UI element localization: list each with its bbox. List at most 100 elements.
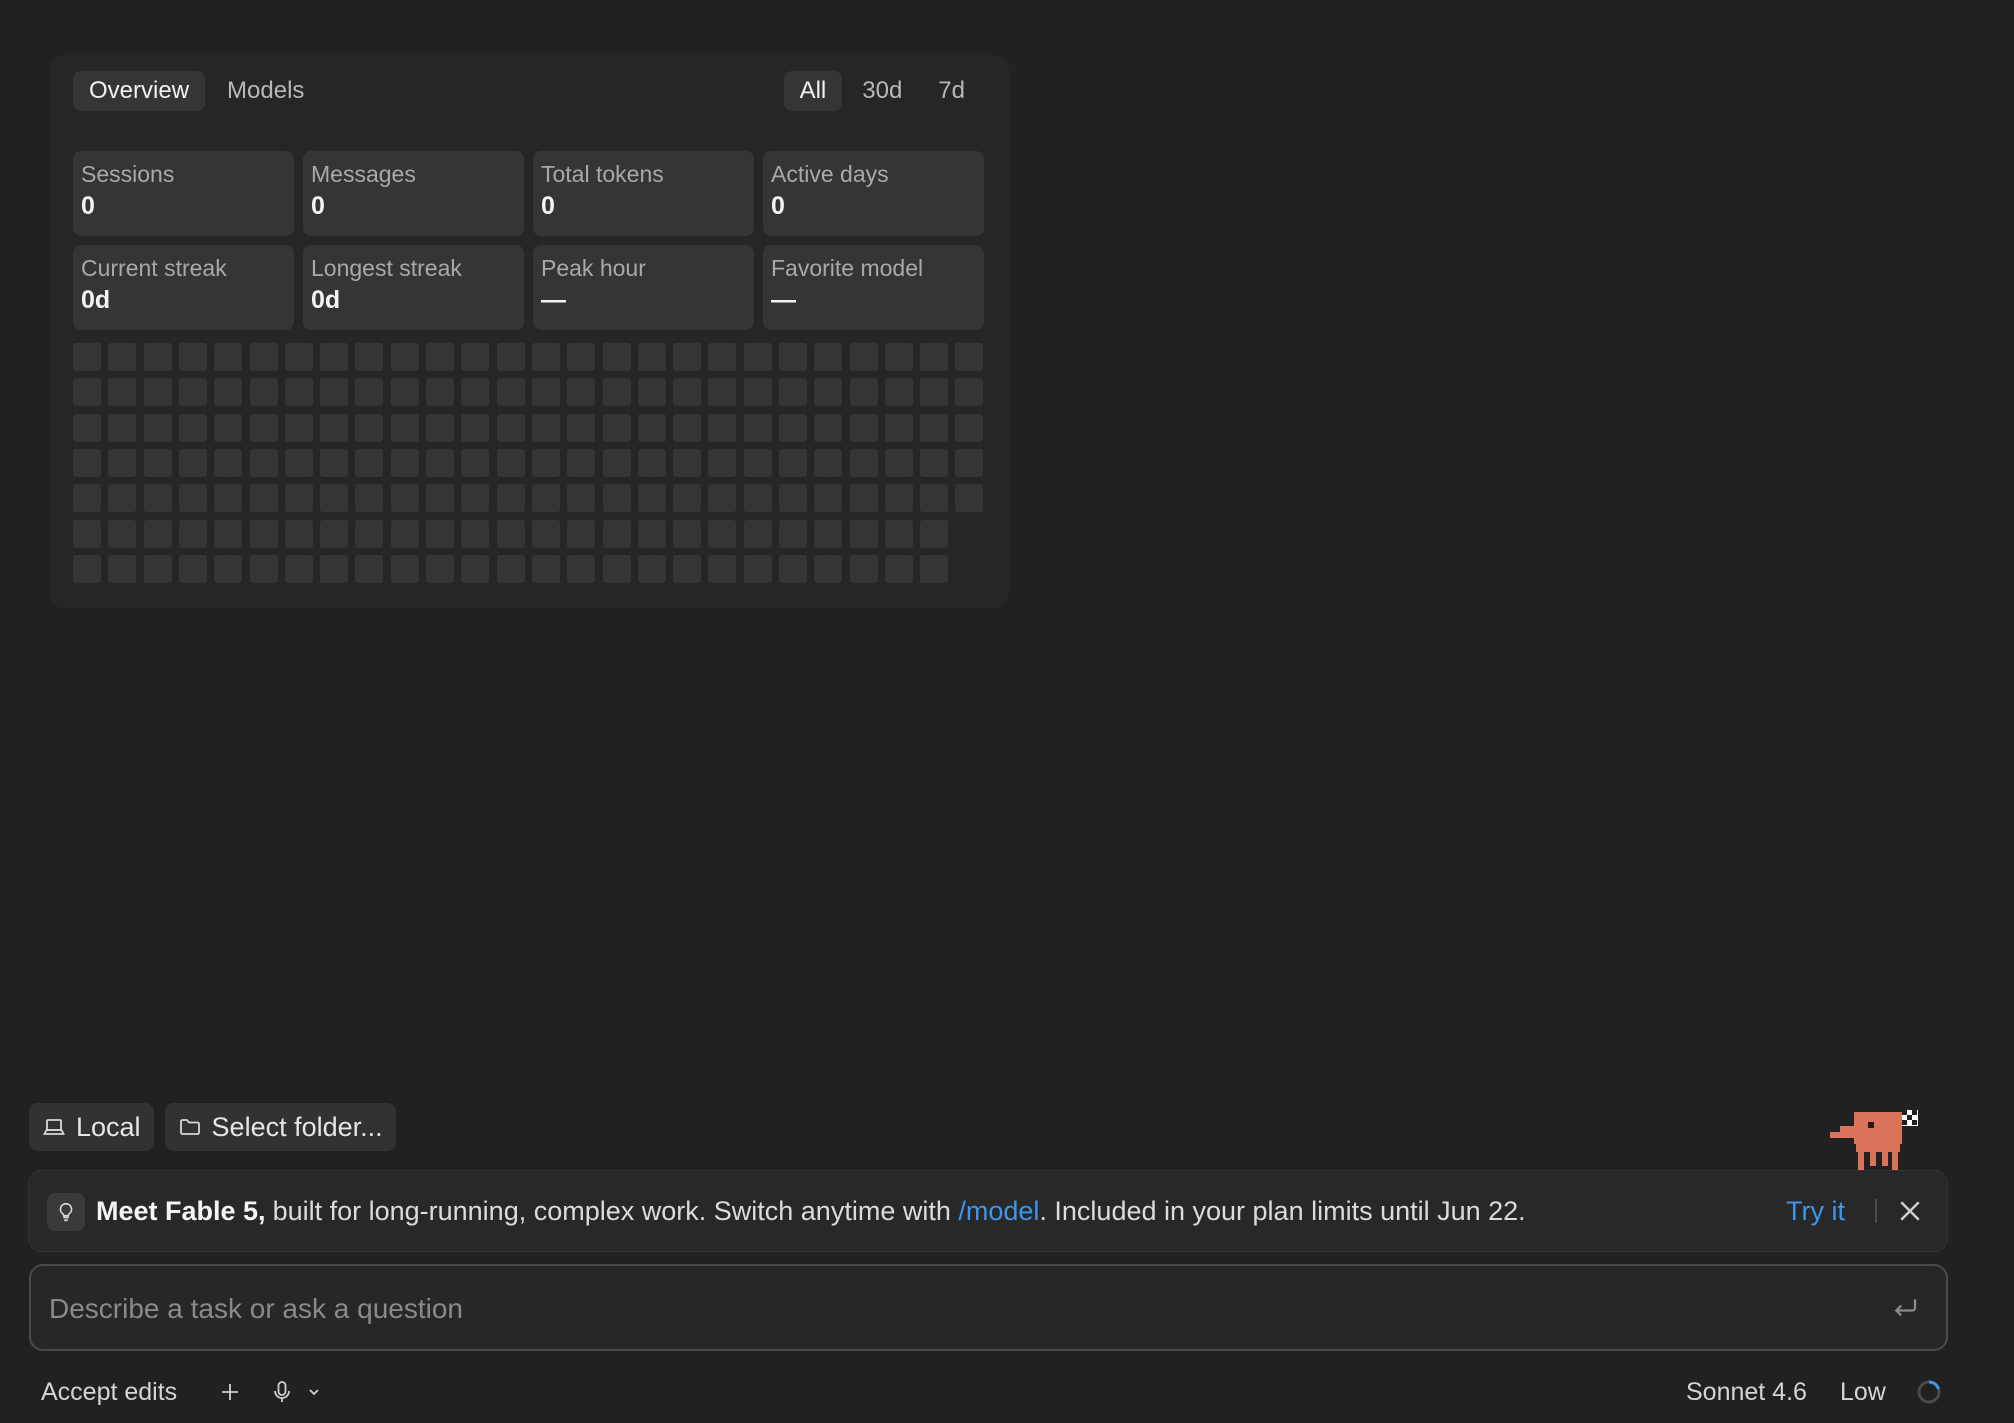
banner-text-after: . Included in your plan limits until Jun… — [1039, 1195, 1526, 1226]
heatmap-cell — [850, 449, 878, 477]
heatmap-cell — [744, 484, 772, 512]
model-command-link[interactable]: /model — [958, 1196, 1039, 1227]
heatmap-cell — [179, 449, 207, 477]
heatmap-cell — [567, 555, 595, 583]
heatmap-cell — [461, 520, 489, 548]
heatmap-cell — [73, 555, 101, 583]
heatmap-cell — [567, 484, 595, 512]
heatmap-cell — [567, 343, 595, 371]
heatmap-cell — [426, 343, 454, 371]
heatmap-cell — [497, 414, 525, 442]
heatmap-cell — [955, 484, 983, 512]
announcement-banner: Meet Fable 5, built for long-running, co… — [28, 1170, 1948, 1252]
enter-icon[interactable] — [1890, 1293, 1920, 1323]
heatmap-cell — [885, 378, 913, 406]
heatmap-cell — [497, 484, 525, 512]
stat-peak-hour: Peak hour — — [533, 245, 754, 330]
heatmap-cell — [920, 520, 948, 548]
heatmap-cell — [603, 378, 631, 406]
heatmap-cell — [708, 484, 736, 512]
range-30d[interactable]: 30d — [846, 71, 918, 111]
folder-icon — [179, 1119, 200, 1135]
context-usage-ring-icon[interactable] — [1916, 1379, 1942, 1405]
heatmap-cell — [603, 555, 631, 583]
select-folder-chip[interactable]: Select folder... — [164, 1103, 396, 1151]
heatmap-cell — [885, 520, 913, 548]
heatmap-cell — [108, 520, 136, 548]
heatmap-cell — [320, 343, 348, 371]
heatmap-cell — [73, 378, 101, 406]
select-folder-label: Select folder... — [211, 1111, 383, 1142]
range-7d[interactable]: 7d — [922, 71, 981, 111]
heatmap-cell — [532, 555, 560, 583]
heatmap-cell — [850, 378, 878, 406]
heatmap-cell — [497, 555, 525, 583]
heatmap-cell — [391, 378, 419, 406]
effort-selector[interactable]: Low — [1840, 1370, 1886, 1414]
heatmap-cell — [638, 520, 666, 548]
heatmap-cell — [250, 449, 278, 477]
heatmap-cell — [426, 484, 454, 512]
heatmap-cell — [391, 484, 419, 512]
heatmap-cell — [179, 520, 207, 548]
permission-mode-button[interactable]: Accept edits — [41, 1370, 177, 1414]
heatmap-cell — [355, 449, 383, 477]
heatmap-cell — [708, 449, 736, 477]
heatmap-cell — [673, 449, 701, 477]
stat-active-days: Active days 0 — [763, 151, 984, 236]
heatmap-cell — [320, 378, 348, 406]
model-selector[interactable]: Sonnet 4.6 — [1686, 1370, 1807, 1414]
heatmap-cell — [391, 414, 419, 442]
heatmap-cell — [355, 520, 383, 548]
heatmap-cell — [673, 484, 701, 512]
heatmap-cell — [638, 414, 666, 442]
heatmap-cell — [567, 449, 595, 477]
pixel-mascot-icon — [1830, 1110, 1918, 1170]
stat-label: Messages — [311, 161, 416, 187]
heatmap-cell — [144, 449, 172, 477]
heatmap-cell — [955, 449, 983, 477]
heatmap-cell — [920, 484, 948, 512]
heatmap-cell — [955, 378, 983, 406]
try-it-button[interactable]: Try it — [1786, 1171, 1845, 1251]
stat-value: — — [771, 286, 796, 314]
prompt-input[interactable] — [47, 1266, 1851, 1351]
heatmap-cell — [920, 555, 948, 583]
stat-label: Favorite model — [771, 255, 924, 281]
activity-heatmap — [73, 343, 993, 593]
heatmap-cell — [744, 555, 772, 583]
stat-label: Sessions — [81, 161, 175, 187]
heatmap-cell — [355, 414, 383, 442]
heatmap-cell — [708, 414, 736, 442]
environment-chip[interactable]: Local — [29, 1103, 154, 1151]
close-icon[interactable] — [1895, 1196, 1925, 1226]
heatmap-cell — [955, 343, 983, 371]
heatmap-cell — [673, 343, 701, 371]
heatmap-cell — [638, 378, 666, 406]
heatmap-cell — [603, 484, 631, 512]
heatmap-cell — [426, 414, 454, 442]
heatmap-cell — [673, 414, 701, 442]
environment-label: Local — [76, 1111, 141, 1142]
tab-models[interactable]: Models — [211, 71, 320, 111]
range-all[interactable]: All — [783, 71, 843, 111]
heatmap-cell — [532, 484, 560, 512]
heatmap-cell — [426, 555, 454, 583]
stat-label: Active days — [771, 161, 889, 187]
heatmap-cell — [603, 414, 631, 442]
banner-bold-text: Meet Fable 5, — [96, 1195, 266, 1226]
tab-overview[interactable]: Overview — [73, 71, 206, 111]
heatmap-cell — [779, 414, 807, 442]
stat-value: 0d — [81, 286, 111, 314]
laptop-icon — [43, 1119, 65, 1135]
heatmap-cell — [744, 520, 772, 548]
heatmap-cell — [355, 484, 383, 512]
chevron-down-icon[interactable] — [306, 1384, 322, 1400]
heatmap-cell — [73, 449, 101, 477]
heatmap-cell — [497, 378, 525, 406]
microphone-icon[interactable] — [270, 1379, 294, 1405]
heatmap-cell — [250, 414, 278, 442]
plus-icon[interactable] — [218, 1380, 242, 1404]
heatmap-cell — [814, 449, 842, 477]
heatmap-cell — [426, 378, 454, 406]
